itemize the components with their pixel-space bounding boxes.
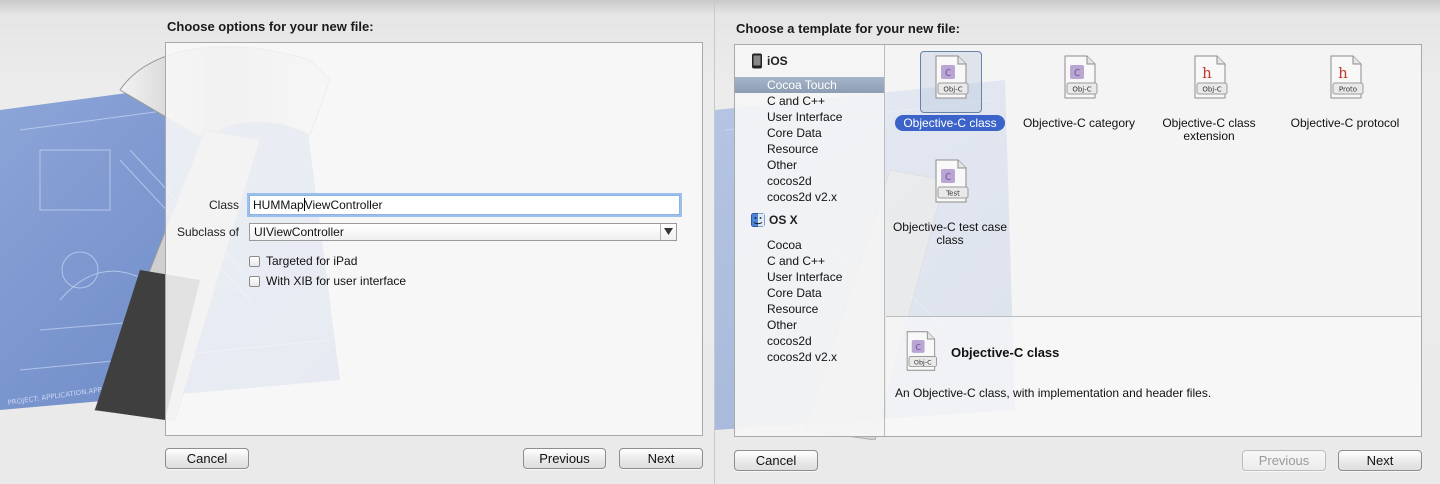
svg-text:h: h [1202,64,1212,82]
template-objc-class[interactable]: c Obj-C Objective-C class [889,45,1011,137]
sidebar-item-cocos2d[interactable]: cocos2d [735,173,884,189]
objc-file-icon: c Obj-C [935,55,969,99]
group-title-ios: iOS [767,54,788,68]
options-pane: PROJECT: APPLICATION.APP Choose options … [0,0,714,484]
class-name-value-start: HUMMap [253,198,304,212]
iphone-icon [752,53,762,69]
sidebar-item-cocoa[interactable]: Cocoa [735,237,884,253]
template-badge: Obj-C [943,86,962,94]
sidebar-item-resource[interactable]: Resource [735,301,884,317]
with-xib-checkbox-row[interactable]: With XIB for user interface [249,274,406,288]
subclass-label: Subclass of [176,225,239,239]
class-label: Class [208,198,239,212]
sidebar-item-other[interactable]: Other [735,317,884,333]
finder-icon [751,213,765,227]
detail-description: An Objective-C class, with implementatio… [895,386,1212,400]
targeted-ipad-label: Targeted for iPad [266,254,358,268]
sidebar-item-c-and-cpp[interactable]: C and C++ [735,93,884,109]
targeted-ipad-checkbox-row[interactable]: Targeted for iPad [249,254,357,268]
options-form: Class HUMMapViewController Subclass of U… [165,42,703,436]
header-file-icon: h Proto [1330,55,1364,99]
template-label: Objective-C class extension [1162,116,1256,143]
template-badge: Test [945,190,960,198]
chevron-down-icon [660,224,676,240]
sidebar-item-user-interface[interactable]: User Interface [735,109,884,125]
template-label: Objective-C test case class [892,220,1008,247]
svg-text:c: c [945,169,952,183]
template-pane: Choose a template for your new file: iOS… [714,0,1440,484]
template-chooser: iOS Cocoa Touch C and C++ User Interface… [734,44,1422,437]
template-objc-category[interactable]: c Obj-C Objective-C category [1018,45,1140,145]
sidebar-item-resource[interactable]: Resource [735,141,884,157]
template-badge: Proto [1339,86,1357,94]
with-xib-checkbox[interactable] [249,275,260,287]
cancel-button[interactable]: Cancel [734,450,818,471]
group-header-osx: OS X [751,213,798,227]
targeted-ipad-checkbox[interactable] [249,255,260,267]
group-header-ios: iOS [751,53,788,69]
template-badge: Obj-C [1202,86,1221,94]
detail-title: Objective-C class [951,345,1060,360]
objc-file-icon: c Obj-C [906,331,937,371]
template-objc-class-extension[interactable]: h Obj-C Objective-C class extension [1148,45,1270,145]
template-detail: c Obj-C Objective-C class An Objective-C… [886,316,1421,436]
previous-button[interactable]: Previous [1242,450,1326,471]
detail-badge: Obj-C [914,358,932,366]
subclass-value: UIViewController [254,225,344,239]
sidebar-item-c-and-cpp[interactable]: C and C++ [735,253,884,269]
svg-text:h: h [1338,64,1348,82]
sidebar-item-cocos2d-v2[interactable]: cocos2d v2.x [735,189,884,205]
subclass-popup[interactable]: UIViewController [249,223,677,241]
objc-file-icon: c Obj-C [1064,55,1098,99]
sidebar-item-other[interactable]: Other [735,157,884,173]
svg-text:c: c [915,340,921,353]
template-label: Objective-C category [1022,116,1136,130]
sidebar-item-cocoa-touch[interactable]: Cocoa Touch [735,77,884,93]
sidebar-item-core-data[interactable]: Core Data [735,285,884,301]
template-source-list: iOS Cocoa Touch C and C++ User Interface… [735,45,885,436]
class-name-field[interactable]: HUMMapViewController [249,195,680,215]
cancel-button[interactable]: Cancel [165,448,249,469]
template-objc-test-case-class[interactable]: c Test Objective-C test case class [889,149,1011,249]
sidebar-item-cocos2d[interactable]: cocos2d [735,333,884,349]
sidebar-item-user-interface[interactable]: User Interface [735,269,884,285]
template-label: Objective-C class [889,115,1011,131]
objc-file-icon: c Test [935,159,969,203]
template-heading: Choose a template for your new file: [736,21,960,36]
window-titlebar-fade [715,0,1440,14]
header-file-icon: h Obj-C [1194,55,1228,99]
template-objc-protocol[interactable]: h Proto Objective-C protocol [1279,45,1411,145]
next-button[interactable]: Next [1338,450,1422,471]
options-heading: Choose options for your new file: [167,19,374,34]
svg-text:c: c [945,65,952,79]
class-name-value-end: ViewController [304,198,383,212]
previous-button[interactable]: Previous [523,448,606,469]
window-titlebar-fade [0,0,714,14]
template-grid: c Obj-C Objective-C class c Obj-C Object… [886,45,1421,315]
template-badge: Obj-C [1072,86,1091,94]
group-title-osx: OS X [769,213,798,227]
svg-text:c: c [1074,65,1081,79]
next-button[interactable]: Next [619,448,703,469]
template-label: Objective-C protocol [1290,116,1400,130]
sidebar-item-core-data[interactable]: Core Data [735,125,884,141]
with-xib-label: With XIB for user interface [266,274,407,288]
sidebar-item-cocos2d-v2[interactable]: cocos2d v2.x [735,349,884,365]
